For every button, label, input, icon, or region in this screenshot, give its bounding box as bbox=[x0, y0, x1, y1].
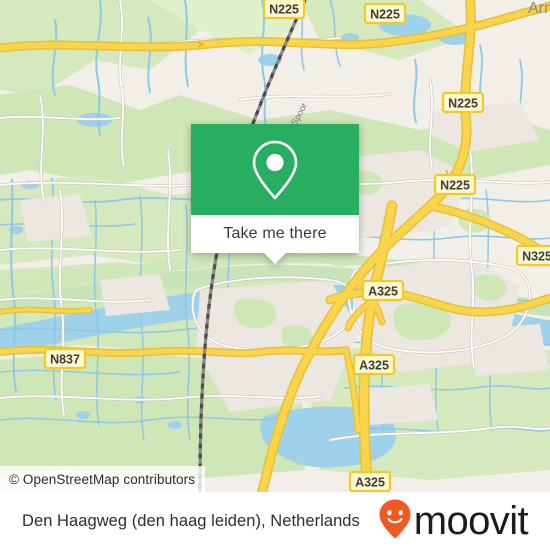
moovit-brand[interactable]: moovit bbox=[378, 498, 529, 545]
location-title: Den Haagweg (den haag leiden), Netherlan… bbox=[22, 511, 360, 530]
map-popup-callout[interactable]: Take me there bbox=[191, 124, 359, 264]
osm-attribution-text: © OpenStreetMap contributors bbox=[9, 471, 196, 487]
svg-text:A325: A325 bbox=[368, 285, 398, 299]
place-label-arnhem: Arn bbox=[528, 0, 550, 17]
take-me-there-button[interactable]: Take me there bbox=[223, 225, 326, 243]
svg-text:A325: A325 bbox=[359, 359, 389, 373]
svg-text:N225: N225 bbox=[370, 8, 400, 22]
map-pin-icon bbox=[250, 139, 300, 201]
moovit-pin-smiley-icon bbox=[378, 498, 412, 545]
svg-text:N225: N225 bbox=[448, 97, 478, 111]
popup-tail bbox=[264, 253, 286, 264]
osm-attribution[interactable]: © OpenStreetMap contributors bbox=[0, 466, 206, 492]
footer-bar: Den Haagweg (den haag leiden), Netherlan… bbox=[0, 492, 550, 550]
svg-text:N325: N325 bbox=[522, 250, 550, 264]
svg-text:N225: N225 bbox=[269, 3, 299, 17]
moovit-map-share-card: N225 N225 N225 N225 N325 A325 A325 A325 … bbox=[0, 0, 550, 550]
svg-text:A325: A325 bbox=[355, 476, 385, 490]
popup-action-bar[interactable]: Take me there bbox=[191, 215, 359, 264]
moovit-wordmark: moovit bbox=[413, 499, 529, 543]
svg-text:N225: N225 bbox=[440, 179, 470, 193]
svg-text:N837: N837 bbox=[50, 353, 80, 367]
popup-header bbox=[191, 124, 359, 215]
